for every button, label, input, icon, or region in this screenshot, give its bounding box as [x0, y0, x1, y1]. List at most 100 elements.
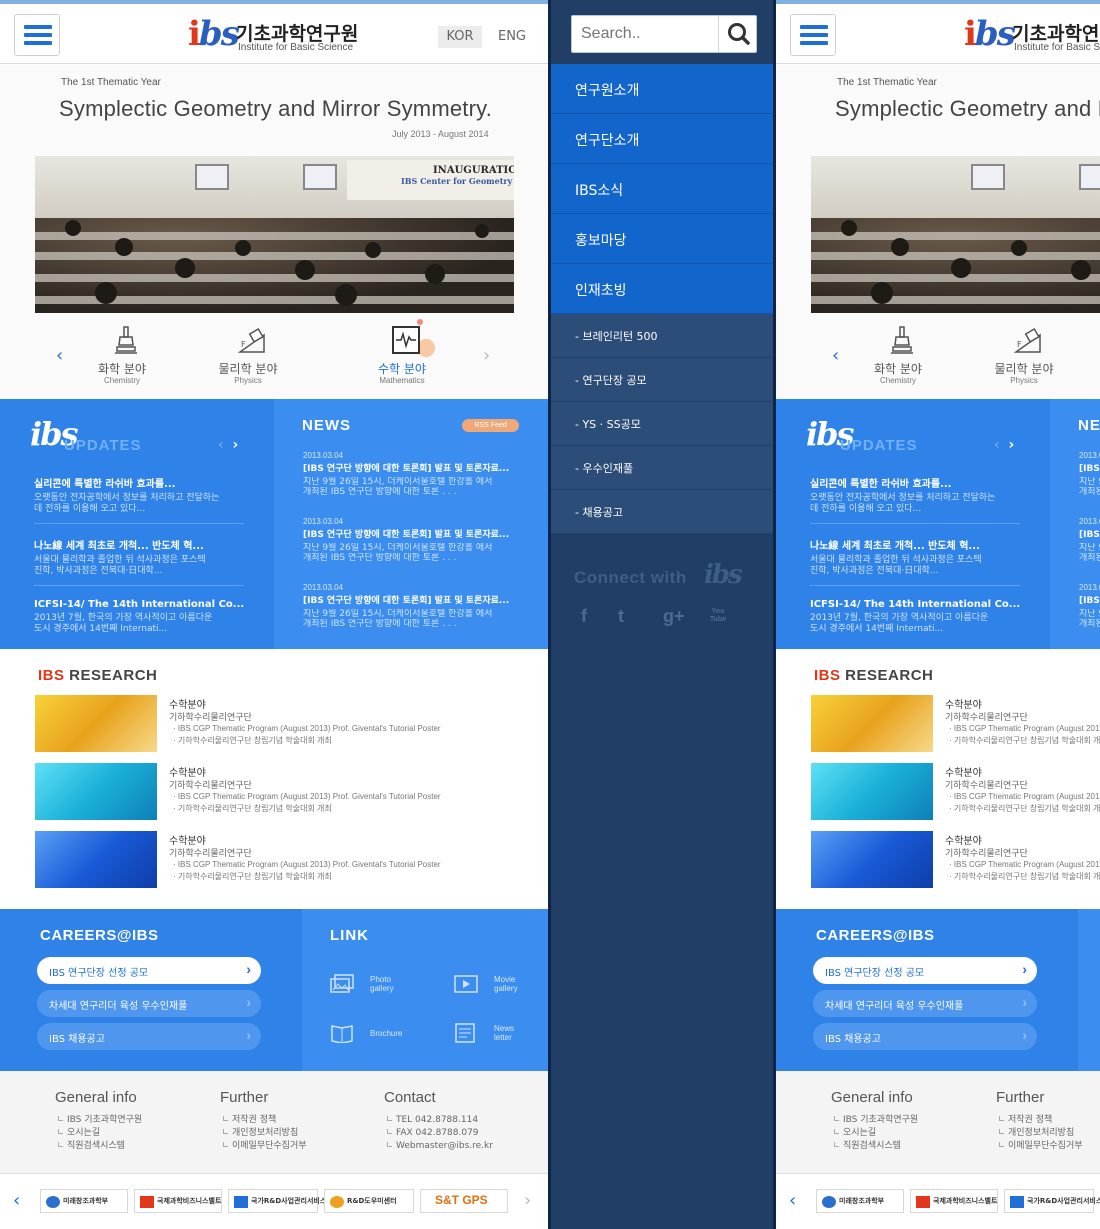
- updates-item[interactable]: 나노線 세계 최초로 개척... 반도체 혁... 서울대 물리학과 졸업한 뒤…: [34, 537, 244, 577]
- hamburger-menu-button[interactable]: [14, 14, 60, 56]
- research-link[interactable]: · IBS CGP Thematic Program (August 2013)…: [173, 792, 441, 801]
- research-link[interactable]: · 기하학수리물리연구단 창립기념 학술대회 개최: [949, 803, 1100, 814]
- link-newsletter[interactable]: News letter: [454, 1021, 548, 1047]
- updates-next-icon[interactable]: ›: [1009, 437, 1015, 453]
- ibs-logo[interactable]: ibs 기초과학연구원 Institute for Basic Science: [964, 17, 1100, 57]
- hero-photo[interactable]: INAUGURATION IBS Center for Geometry and: [35, 156, 514, 313]
- careers-button[interactable]: IBS 연구단장 선정 공모 ›: [813, 957, 1037, 984]
- research-link[interactable]: · 기하학수리물리연구단 창립기념 학술대회 개최: [173, 735, 332, 746]
- youtube-icon[interactable]: You Tube: [707, 608, 729, 624]
- submenu-item[interactable]: - 브레인리턴 500: [551, 314, 776, 358]
- partner-logo[interactable]: 미래창조과학부: [816, 1189, 904, 1213]
- link-movie-gallery[interactable]: Movie gallery: [454, 972, 548, 998]
- updates-item[interactable]: 나노線 세계 최초로 개척... 반도체 혁... 서울대 물리학과 졸업한 뒤…: [810, 537, 1020, 577]
- submenu-item[interactable]: - 채용공고: [551, 490, 776, 534]
- news-item[interactable]: 2013.03.04 [IBS 연구단 방향에 대한 토론회] 발표 및 토론자…: [303, 517, 525, 563]
- menu-item-about[interactable]: 연구원소개: [551, 64, 776, 114]
- partner-logo[interactable]: 국제과학비즈니스벨트: [134, 1189, 222, 1213]
- footer-link[interactable]: 직원검색시스템: [55, 1140, 142, 1153]
- category-chemistry[interactable]: 화학 분야 Chemistry: [77, 323, 167, 393]
- partner-logo[interactable]: 국제과학비즈니스벨트: [910, 1189, 998, 1213]
- footer-link[interactable]: 개인정보처리방침: [996, 1127, 1083, 1140]
- footer-link[interactable]: 저작권 정책: [220, 1114, 307, 1127]
- updates-item[interactable]: ICFSI-14/ The 14th International Co... 2…: [810, 599, 1020, 635]
- category-chemistry[interactable]: 화학 분야 Chemistry: [853, 323, 943, 393]
- partner-logo[interactable]: 미래창조과학부: [40, 1189, 128, 1213]
- careers-button[interactable]: 차세대 연구리더 육성 우수인재풀 ›: [813, 990, 1037, 1017]
- news-item[interactable]: 2013.03.04 [IBS 연구단 방향에 대한 토론회] 발표 및 토론자…: [1079, 451, 1100, 497]
- hamburger-menu-button[interactable]: [790, 14, 836, 56]
- partner-logo[interactable]: 국가R&D사업관리서비스: [228, 1189, 326, 1213]
- updates-item[interactable]: 실리콘에 특별한 라쉬바 효과를... 오랫동안 전자공학에서 정보를 처리하고…: [34, 475, 244, 515]
- research-link[interactable]: · IBS CGP Thematic Program (August 2013)…: [949, 724, 1100, 733]
- submenu-item[interactable]: - YS · SS공모: [551, 402, 776, 446]
- research-link[interactable]: · IBS CGP Thematic Program (August 2013)…: [173, 860, 441, 869]
- research-item[interactable]: 수학분야 기하학수리물리연구단 · IBS CGP Thematic Progr…: [811, 831, 1100, 888]
- news-item[interactable]: 2013.03.04 [IBS 연구단 방향에 대한 토론회] 발표 및 토론자…: [1079, 583, 1100, 629]
- research-item[interactable]: 수학분야 기하학수리물리연구단 · IBS CGP Thematic Progr…: [811, 763, 1100, 820]
- menu-item-pr[interactable]: 홍보마당: [551, 214, 776, 264]
- partner-logo[interactable]: 국가R&D사업관리서비스: [1004, 1189, 1100, 1213]
- search-button[interactable]: [718, 16, 757, 52]
- partners-prev-icon[interactable]: ‹: [789, 1192, 796, 1210]
- footer-link[interactable]: 오시는길: [55, 1127, 142, 1140]
- careers-button[interactable]: IBS 채용공고 ›: [37, 1023, 261, 1050]
- research-link[interactable]: · 기하학수리물리연구단 창립기념 학술대회 개최: [173, 803, 332, 814]
- google-plus-icon[interactable]: g+: [663, 606, 685, 627]
- research-link[interactable]: · IBS CGP Thematic Program (August 2013)…: [949, 860, 1100, 869]
- news-item[interactable]: 2013.03.04 [IBS 연구단 방향에 대한 토론회] 발표 및 토론자…: [303, 583, 525, 629]
- updates-item[interactable]: 실리콘에 특별한 라쉬바 효과를... 오랫동안 전자공학에서 정보를 처리하고…: [810, 475, 1020, 515]
- updates-prev-icon[interactable]: ‹: [994, 437, 1000, 453]
- footer-link[interactable]: IBS 기초과학연구원: [831, 1114, 918, 1127]
- footer-link[interactable]: IBS 기초과학연구원: [55, 1114, 142, 1127]
- partner-logo[interactable]: R&D도우미센터: [324, 1189, 414, 1213]
- ibs-logo[interactable]: ibs 기초과학연구원 Institute for Basic Science: [188, 17, 358, 57]
- partners-next-icon[interactable]: ›: [524, 1192, 531, 1210]
- twitter-icon[interactable]: t: [618, 606, 624, 627]
- research-link[interactable]: · 기하학수리물리연구단 창립기념 학술대회 개최: [173, 871, 332, 882]
- careers-button[interactable]: IBS 채용공고 ›: [813, 1023, 1037, 1050]
- link-photo-gallery[interactable]: Photo gallery: [330, 972, 430, 998]
- link-brochure[interactable]: Brochure: [330, 1021, 430, 1047]
- submenu-item[interactable]: - 우수인재풀: [551, 446, 776, 490]
- footer-link[interactable]: 오시는길: [831, 1127, 918, 1140]
- footer-link[interactable]: 이메일무단수집거부: [220, 1140, 307, 1153]
- rss-feed-button[interactable]: RSS Feed: [462, 419, 519, 432]
- research-item[interactable]: 수학분야 기하학수리물리연구단 · IBS CGP Thematic Progr…: [35, 831, 535, 888]
- partners-prev-icon[interactable]: ‹: [13, 1192, 20, 1210]
- webmaster-email-link[interactable]: Webmaster@ibs.re.kr: [384, 1140, 493, 1153]
- updates-item[interactable]: ICFSI-14/ The 14th International Co... 2…: [34, 599, 244, 635]
- updates-next-icon[interactable]: ›: [233, 437, 239, 453]
- careers-button[interactable]: 차세대 연구리더 육성 우수인재풀 ›: [37, 990, 261, 1017]
- partner-logo[interactable]: S&T GPS: [420, 1189, 508, 1213]
- menu-item-centers[interactable]: 연구단소개: [551, 114, 776, 164]
- carousel-next-icon[interactable]: ›: [483, 347, 490, 365]
- research-link[interactable]: · 기하학수리물리연구단 창립기념 학술대회 개최: [949, 735, 1100, 746]
- research-item[interactable]: 수학분야 기하학수리물리연구단 · IBS CGP Thematic Progr…: [35, 763, 535, 820]
- careers-button[interactable]: IBS 연구단장 선정 공모 ›: [37, 957, 261, 984]
- research-link[interactable]: · 기하학수리물리연구단 창립기념 학술대회 개최: [949, 871, 1100, 882]
- category-mathematics[interactable]: 수학 분야 Mathematics: [357, 319, 447, 393]
- footer-link[interactable]: 개인정보처리방침: [220, 1127, 307, 1140]
- footer-link[interactable]: 직원검색시스템: [831, 1140, 918, 1153]
- news-item[interactable]: 2013.03.04 [IBS 연구단 방향에 대한 토론회] 발표 및 토론자…: [303, 451, 525, 497]
- research-link[interactable]: · IBS CGP Thematic Program (August 2013)…: [173, 724, 441, 733]
- research-link[interactable]: · IBS CGP Thematic Program (August 2013)…: [949, 792, 1100, 801]
- facebook-icon[interactable]: f: [581, 606, 587, 627]
- hero-photo[interactable]: INAUGURATION IBS Center for Geometry and: [811, 156, 1100, 313]
- lang-eng-button[interactable]: ENG: [492, 26, 532, 48]
- search-input[interactable]: [572, 16, 718, 52]
- footer-link[interactable]: 저작권 정책: [996, 1114, 1083, 1127]
- category-physics[interactable]: F 물리학 분야 Physics: [979, 323, 1069, 393]
- carousel-prev-icon[interactable]: ‹: [832, 347, 839, 365]
- menu-item-news[interactable]: IBS소식: [551, 164, 776, 214]
- news-item[interactable]: 2013.03.04 [IBS 연구단 방향에 대한 토론회] 발표 및 토론자…: [1079, 517, 1100, 563]
- lang-kor-button[interactable]: KOR: [438, 26, 482, 48]
- submenu-item[interactable]: - 연구단장 공모: [551, 358, 776, 402]
- carousel-prev-icon[interactable]: ‹: [56, 347, 63, 365]
- menu-item-recruit[interactable]: 인재초빙: [551, 264, 776, 314]
- research-item[interactable]: 수학분야 기하학수리물리연구단 · IBS CGP Thematic Progr…: [811, 695, 1100, 752]
- footer-link[interactable]: 이메일무단수집거부: [996, 1140, 1083, 1153]
- research-item[interactable]: 수학분야 기하학수리물리연구단 · IBS CGP Thematic Progr…: [35, 695, 535, 752]
- updates-prev-icon[interactable]: ‹: [218, 437, 224, 453]
